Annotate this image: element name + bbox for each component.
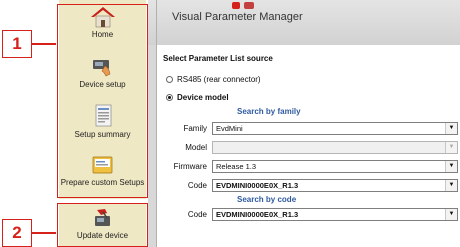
callout-2-line <box>31 232 56 234</box>
rs485-label: RS485 (rear connector) <box>177 75 261 84</box>
device-model-label: Device model <box>177 93 229 102</box>
code-value: EVDMINI0000E0X_R1.3 <box>216 181 299 190</box>
family-label: Family <box>183 124 207 133</box>
chevron-down-icon[interactable]: ▼ <box>445 180 457 191</box>
device-model-radio[interactable] <box>166 94 173 101</box>
callout-1: 1 <box>2 30 32 58</box>
chevron-down-icon[interactable]: ▼ <box>445 142 457 153</box>
family-value: EvdMini <box>216 124 243 133</box>
callout-2-frame <box>57 203 148 247</box>
chevron-down-icon[interactable]: ▼ <box>445 161 457 172</box>
firmware-select[interactable]: Release 1.3 ▼ <box>212 160 458 173</box>
search-by-family-heading: Search by family <box>237 107 301 116</box>
model-label: Model <box>185 143 207 152</box>
code-search-select[interactable]: EVDMINI0000E0X_R1.3 ▼ <box>212 208 458 221</box>
callout-2: 2 <box>2 219 32 247</box>
firmware-value: Release 1.3 <box>216 162 257 171</box>
title-decoration <box>244 2 254 9</box>
code-select[interactable]: EVDMINI0000E0X_R1.3 ▼ <box>212 179 458 192</box>
code-label: Code <box>187 181 207 190</box>
rs485-radio[interactable] <box>166 76 173 83</box>
chevron-down-icon[interactable]: ▼ <box>445 123 457 134</box>
search-by-code-heading: Search by code <box>237 195 297 204</box>
callout-1-line <box>31 43 56 45</box>
title-decoration <box>232 2 240 9</box>
section-title: Select Parameter List source <box>163 54 273 63</box>
code-label: Code <box>187 210 207 219</box>
callout-1-frame <box>57 4 148 198</box>
chevron-down-icon[interactable]: ▼ <box>445 209 457 220</box>
window-title: Visual Parameter Manager <box>172 11 303 23</box>
firmware-label: Firmware <box>173 162 207 171</box>
family-select[interactable]: EvdMini ▼ <box>212 122 458 135</box>
model-select[interactable]: ▼ <box>212 141 458 154</box>
code-search-value: EVDMINI0000E0X_R1.3 <box>216 210 299 219</box>
